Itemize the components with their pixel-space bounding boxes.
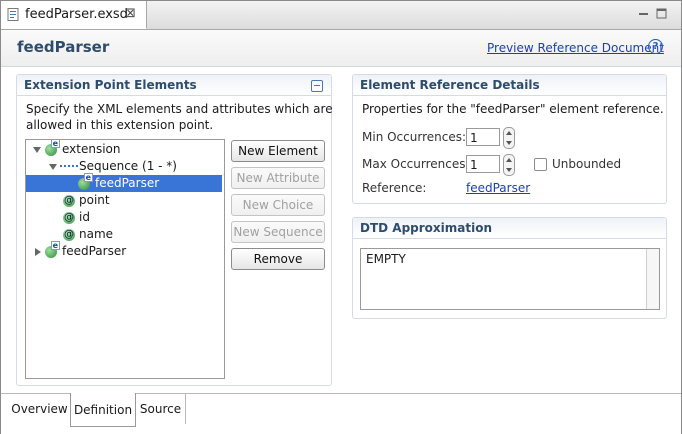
new-attribute-button[interactable]: New Attribute: [231, 167, 325, 189]
reference-link[interactable]: feedParser: [466, 181, 530, 195]
tree-node-sequence[interactable]: Sequence (1 - *): [26, 158, 222, 175]
new-choice-button[interactable]: New Choice: [231, 194, 325, 216]
min-occurrences-stepper[interactable]: [503, 127, 515, 149]
dtd-text-area[interactable]: EMPTY: [360, 248, 660, 310]
element-tree[interactable]: extension Sequence (1 - *) feedParser po…: [25, 139, 225, 379]
element-icon: [45, 241, 60, 258]
minimize-icon[interactable]: [638, 8, 649, 19]
tree-node-point[interactable]: point: [26, 192, 222, 209]
section-header: Element Reference Details: [353, 75, 666, 96]
maximize-icon[interactable]: [656, 8, 667, 19]
tree-node-id[interactable]: id: [26, 209, 222, 226]
tree-node-label: extension: [62, 142, 121, 156]
section-header: DTD Approximation: [353, 218, 666, 239]
tab-source[interactable]: Source: [136, 394, 186, 424]
editor-tab-label: feedParser.exsd: [25, 7, 128, 22]
attribute-icon: [63, 209, 75, 226]
elements-description: Specify the XML elements and attributes …: [26, 101, 333, 133]
tree-node-extension[interactable]: extension: [26, 139, 222, 158]
editor-frame: feedParser.exsd ⊠ feedParser Preview Ref…: [0, 0, 682, 434]
collapse-icon[interactable]: [311, 80, 323, 92]
attribute-icon: [63, 226, 75, 243]
min-occurrences-label: Min Occurrences:: [362, 130, 467, 144]
form-header: feedParser Preview Reference Document ?: [1, 30, 681, 67]
element-reference-icon: [78, 173, 93, 190]
unbounded-checkbox[interactable]: [534, 158, 547, 171]
editor-page-tabs: Overview Definition Source: [1, 393, 681, 434]
max-occurrences-stepper[interactable]: [503, 154, 515, 176]
new-element-button[interactable]: New Element: [231, 140, 325, 162]
tree-node-label: feedParser: [62, 244, 127, 258]
details-description: Properties for the "feedParser" element …: [362, 102, 664, 116]
dtd-content: EMPTY: [366, 252, 406, 266]
tree-node-feedparser[interactable]: feedParser: [26, 241, 222, 260]
tree-node-label: name: [79, 227, 114, 241]
element-icon: [45, 139, 60, 156]
section-header: Extension Point Elements: [17, 75, 331, 96]
tree-node-label: id: [79, 210, 90, 224]
expand-toggle-icon[interactable]: [35, 248, 41, 256]
close-tab-icon[interactable]: ⊠: [125, 6, 136, 21]
max-occurrences-input[interactable]: 1: [466, 155, 500, 173]
tree-node-label: Sequence (1 - *): [79, 159, 177, 173]
expand-toggle-icon[interactable]: [49, 164, 57, 170]
min-occurrences-input[interactable]: 1: [466, 128, 500, 146]
tab-overview[interactable]: Overview: [9, 394, 71, 424]
tree-node-feedparser-ref[interactable]: feedParser: [26, 173, 222, 192]
tab-definition[interactable]: Definition: [70, 393, 136, 427]
new-sequence-button[interactable]: New Sequence: [231, 221, 325, 243]
elements-description-line1: Specify the XML elements and attributes …: [26, 102, 333, 116]
help-icon[interactable]: ?: [648, 39, 663, 54]
schema-file-icon: [7, 8, 19, 21]
preview-reference-link[interactable]: Preview Reference Document: [487, 41, 664, 55]
section-title: DTD Approximation: [360, 221, 493, 235]
expand-toggle-icon[interactable]: [33, 147, 41, 153]
max-occurrences-label: Max Occurrences:: [362, 157, 470, 171]
tree-node-label: feedParser: [95, 176, 160, 190]
editor-tab-strip: feedParser.exsd ⊠: [1, 1, 681, 30]
unbounded-label: Unbounded: [552, 157, 622, 171]
editor-tab[interactable]: feedParser.exsd ⊠: [1, 1, 147, 29]
section-title: Extension Point Elements: [24, 78, 197, 92]
remove-button[interactable]: Remove: [231, 248, 325, 270]
page-title: feedParser: [17, 38, 110, 56]
attribute-icon: [63, 192, 75, 209]
reference-label: Reference:: [362, 181, 427, 195]
elements-description-line2: allowed in this extension point.: [26, 118, 214, 132]
tree-node-label: point: [79, 193, 110, 207]
section-title: Element Reference Details: [360, 78, 540, 92]
sequence-icon: [60, 165, 78, 171]
vertical-scrollbar[interactable]: [646, 249, 659, 309]
